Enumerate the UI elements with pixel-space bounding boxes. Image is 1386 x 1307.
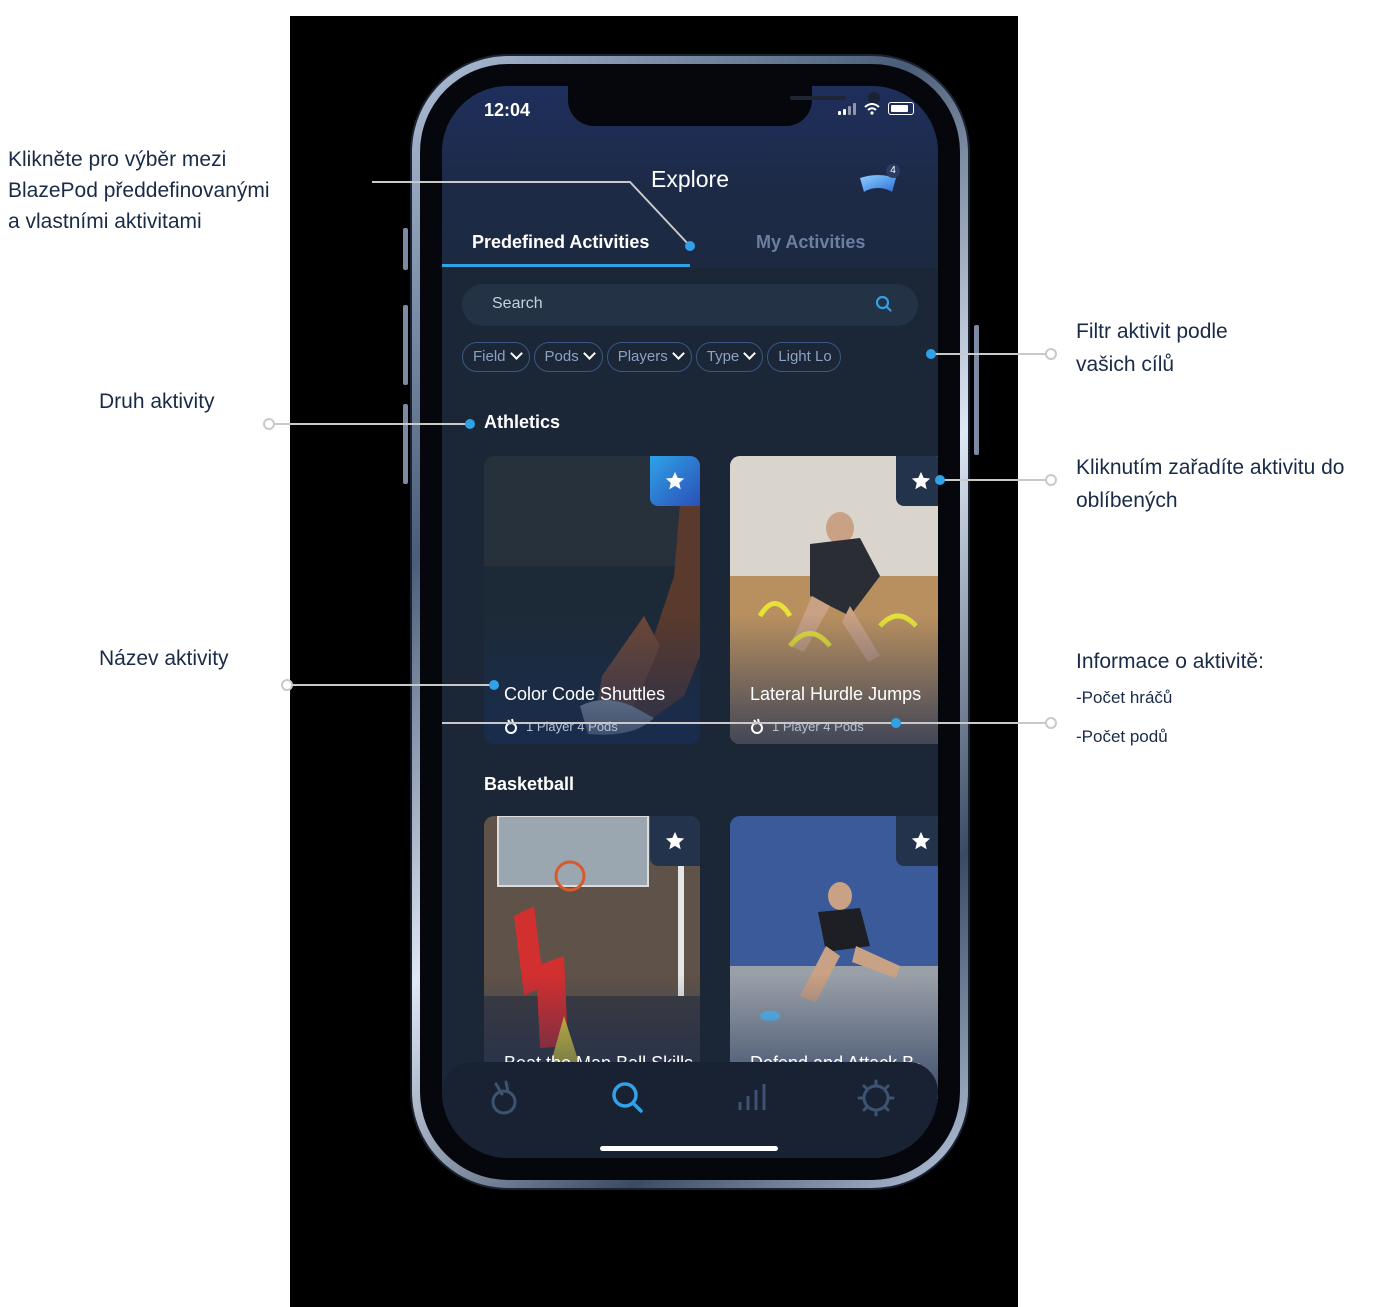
battery-icon: [888, 102, 914, 115]
side-button-volume-up: [403, 305, 408, 385]
status-icons: [838, 102, 914, 115]
filter-chip-label: Field: [473, 348, 506, 365]
star-icon: [665, 471, 685, 490]
annotation-tabs: Klikněte pro výběr mezi BlazePod předdef…: [8, 144, 270, 237]
side-button-volume-down: [403, 404, 408, 484]
search-icon[interactable]: [608, 1078, 648, 1118]
favorite-button[interactable]: [896, 816, 938, 866]
filter-chip-field[interactable]: Field: [462, 342, 530, 372]
activity-meta-text: 1 Player 4 Pods: [526, 718, 618, 734]
bottom-tab-bar: [442, 1062, 938, 1158]
filter-chips: Field Pods Players Type Light Lo: [462, 342, 938, 374]
activity-title: Color Code Shuttles: [504, 684, 666, 704]
search-icon: [875, 295, 892, 312]
activity-card[interactable]: Lateral Hurdle Jumps 1 Player 4 Pods: [730, 456, 938, 744]
player-hand-icon: [751, 718, 763, 734]
filter-chip-players[interactable]: Players: [606, 342, 692, 372]
signal-icon: [838, 102, 856, 115]
star-icon: [911, 831, 931, 850]
filter-chip-label: Players: [617, 348, 668, 365]
annotation-line: a vlastními aktivitami: [8, 210, 202, 233]
search-input[interactable]: Search: [462, 284, 918, 326]
activity-meta: 1 Player 4 Pods: [750, 718, 864, 734]
annotation-info-title: Informace o aktivitě:: [1076, 650, 1264, 673]
annotation-activity-name: Název aktivity: [99, 647, 229, 670]
favorite-button[interactable]: [650, 456, 700, 506]
section-title-athletics: Athletics: [484, 412, 561, 432]
annotation-line: Klikněte pro výběr mezi: [8, 148, 227, 171]
annotation-favorite: Kliknutím zařadíte aktivitu do oblíbenýc…: [1076, 451, 1344, 517]
star-icon: [665, 831, 685, 850]
annotation-activity-type: Druh aktivity: [99, 390, 215, 413]
activity-title: Lateral Hurdle Jumps: [750, 684, 922, 704]
filter-chip-label: Type: [706, 348, 740, 365]
wifi-icon: [864, 102, 880, 115]
filter-chip-light-logic[interactable]: Light Lo: [767, 342, 841, 372]
chevron-down-icon: [509, 347, 523, 360]
filter-chip-label: Light Lo: [778, 348, 832, 365]
pods-count-badge: 4: [886, 164, 900, 178]
activity-meta-text: 1 Player 4 Pods: [772, 718, 864, 734]
annotation-info-players: -Počet hráčů: [1076, 688, 1173, 707]
activity-meta: 1 Player 4 Pods: [504, 718, 618, 734]
active-tab-indicator: [442, 264, 690, 267]
annotation-filters: Filtr aktivit podle vašich cílů: [1076, 315, 1228, 381]
annotation-line: BlazePod předdefinovanými: [8, 179, 270, 202]
activity-card[interactable]: Defend and Attack B-ball Switcharoo: [730, 816, 938, 1104]
favorite-button[interactable]: [650, 816, 700, 866]
speaker: [790, 96, 846, 100]
side-button-mute: [403, 228, 408, 270]
activity-card[interactable]: Beat the Man Ball Skills Basketball: [484, 816, 700, 1104]
annotation-line: Kliknutím zařadíte aktivitu do: [1076, 456, 1345, 479]
annotation-line: Filtr aktivit podle: [1076, 320, 1228, 343]
side-button-power: [974, 325, 979, 455]
connected-pods-button[interactable]: 4: [856, 164, 900, 198]
notch: [568, 86, 880, 126]
home-indicator: [600, 1146, 778, 1151]
chevron-down-icon: [743, 347, 757, 360]
pods-icon[interactable]: [484, 1078, 524, 1118]
app-screen: 12:04 Explore 4 Predefined Activities My…: [442, 86, 938, 1158]
filter-chip-pods[interactable]: Pods: [533, 342, 603, 372]
annotation-line: oblíbených: [1076, 489, 1178, 512]
search-placeholder: Search: [492, 295, 543, 312]
chevron-down-icon: [671, 347, 685, 360]
annotation-line: vašich cílů: [1076, 353, 1175, 376]
stats-icon[interactable]: [732, 1078, 772, 1118]
settings-icon[interactable]: [856, 1078, 896, 1118]
favorite-button[interactable]: [896, 456, 938, 506]
activity-card[interactable]: Color Code Shuttles 1 Player 4 Pods: [484, 456, 700, 744]
section-title-basketball: Basketball: [484, 774, 575, 794]
filter-chip-label: Pods: [544, 348, 579, 365]
filter-chip-type[interactable]: Type: [695, 342, 764, 372]
tab-my-activities[interactable]: My Activities: [756, 232, 865, 253]
chevron-down-icon: [582, 347, 596, 360]
star-icon: [911, 471, 931, 490]
status-time: 12:04: [484, 100, 531, 120]
tab-predefined-activities[interactable]: Predefined Activities: [472, 232, 649, 253]
player-hand-icon: [505, 718, 517, 734]
annotation-info-pods: -Počet podů: [1076, 727, 1168, 746]
